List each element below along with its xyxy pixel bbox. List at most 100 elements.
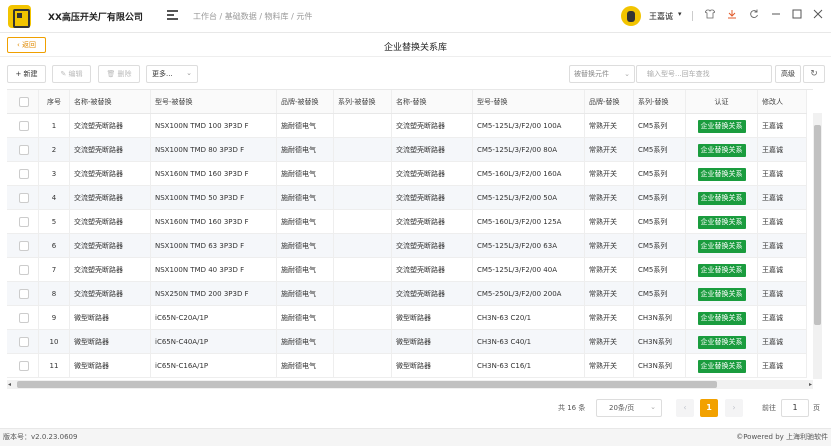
maximize-icon[interactable]	[792, 9, 802, 22]
row-checkbox[interactable]	[19, 121, 29, 131]
row-checkbox[interactable]	[19, 241, 29, 251]
table-row[interactable]: 1 交流塑壳断路器 NSX100N TMD 100 3P3D F 施耐德电气 交流塑壳断…	[7, 114, 807, 138]
table-row[interactable]: 11 微型断路器 iC65N-C16A/1P 施耐德电气 微型断路器 CH3N-63 C1…	[7, 354, 807, 378]
select-all-checkbox[interactable]	[19, 97, 29, 107]
header-select-all[interactable]	[7, 90, 39, 113]
username[interactable]: 王嘉诚	[649, 11, 673, 22]
certification-badge: 企业替换关系	[697, 192, 746, 205]
row-select-cell[interactable]	[7, 234, 39, 257]
row-select-cell[interactable]	[7, 306, 39, 329]
table-cell: CM5系列	[634, 210, 686, 233]
refresh-table-icon[interactable]: ↻	[803, 65, 825, 83]
row-checkbox[interactable]	[19, 289, 29, 299]
divider	[692, 11, 693, 21]
table-cell	[334, 354, 392, 377]
back-button[interactable]: ‹ 返回	[7, 37, 46, 53]
table-cell: CM5系列	[634, 114, 686, 137]
table-cell: 王嘉诚	[758, 210, 807, 233]
table-cell: 常熟开关	[585, 258, 634, 281]
table-cell	[334, 162, 392, 185]
table-cell: 施耐德电气	[277, 234, 334, 257]
download-icon[interactable]	[727, 9, 737, 22]
row-select-cell[interactable]	[7, 282, 39, 305]
table-cell: NSX100N TMD 80 3P3D F	[151, 138, 277, 161]
horizontal-scroll-thumb[interactable]	[17, 381, 717, 388]
header-cell: 认证	[686, 90, 758, 113]
certification-badge: 企业替换关系	[697, 216, 746, 229]
table-row[interactable]: 3 交流塑壳断路器 NSX160N TMD 160 3P3D F 施耐德电气 交流塑壳断…	[7, 162, 807, 186]
row-checkbox[interactable]	[19, 193, 29, 203]
table-row[interactable]: 7 交流塑壳断路器 NSX100N TMD 40 3P3D F 施耐德电气 交流塑壳断路…	[7, 258, 807, 282]
row-checkbox[interactable]	[19, 145, 29, 155]
page-title: 企业替换关系库	[383, 43, 447, 53]
row-select-cell[interactable]	[7, 162, 39, 185]
table-cell: 6	[39, 234, 70, 257]
new-button[interactable]: + 新建	[7, 65, 46, 83]
row-checkbox[interactable]	[19, 313, 29, 323]
table-row[interactable]: 6 交流塑壳断路器 NSX100N TMD 63 3P3D F 施耐德电气 交流塑壳断路…	[7, 234, 807, 258]
goto-page-input[interactable]: 1	[781, 399, 809, 417]
vertical-scroll-thumb[interactable]	[814, 125, 821, 325]
horizontal-scrollbar[interactable]: ◂ ▸	[7, 380, 813, 389]
table-row[interactable]: 10 微型断路器 iC65N-C40A/1P 施耐德电气 微型断路器 CH3N-63 C4…	[7, 330, 807, 354]
table-cell: 施耐德电气	[277, 138, 334, 161]
table-row[interactable]: 9 微型断路器 iC65N-C20A/1P 施耐德电气 微型断路器 CH3N-63 C20…	[7, 306, 807, 330]
row-checkbox[interactable]	[19, 361, 29, 371]
table-cell: 施耐德电气	[277, 282, 334, 305]
search-input[interactable]: 输入型号...回车查找	[636, 65, 772, 83]
table-cell: 交流塑壳断路器	[392, 258, 473, 281]
row-checkbox[interactable]	[19, 217, 29, 227]
table-cell: CM5-160L/3/F2/00 160A	[473, 162, 585, 185]
row-checkbox[interactable]	[19, 337, 29, 347]
table-cell: 常熟开关	[585, 162, 634, 185]
prev-page-button[interactable]: ‹	[676, 399, 694, 417]
table-cell: 王嘉诚	[758, 282, 807, 305]
table-cell: 常熟开关	[585, 186, 634, 209]
scroll-right-icon[interactable]: ▸	[809, 380, 812, 389]
company-name: XX高压开关厂有限公司	[48, 13, 143, 23]
next-page-button[interactable]: ›	[725, 399, 743, 417]
table-cell: 王嘉诚	[758, 354, 807, 377]
row-checkbox[interactable]	[19, 169, 29, 179]
refresh-icon[interactable]	[749, 9, 759, 22]
row-select-cell[interactable]	[7, 330, 39, 353]
row-checkbox[interactable]	[19, 265, 29, 275]
more-button[interactable]: 更多... ⌄	[146, 65, 198, 83]
table-cell: CM5系列	[634, 282, 686, 305]
table-row[interactable]: 4 交流塑壳断路器 NSX100N TMD 50 3P3D F 施耐德电气 交流塑壳断路…	[7, 186, 807, 210]
row-select-cell[interactable]	[7, 138, 39, 161]
table-cell: 常熟开关	[585, 306, 634, 329]
filter-select[interactable]: 被替换元件 ⌄	[569, 65, 635, 83]
scroll-left-icon[interactable]: ◂	[8, 380, 11, 389]
user-menu-chevron-icon[interactable]: ▾	[678, 10, 682, 18]
table-row[interactable]: 8 交流塑壳断路器 NSX250N TMD 200 3P3D F 施耐德电气 交流塑壳断…	[7, 282, 807, 306]
header-cell: 修改人	[758, 90, 807, 113]
table-cell: 常熟开关	[585, 210, 634, 233]
row-select-cell[interactable]	[7, 210, 39, 233]
row-select-cell[interactable]	[7, 114, 39, 137]
table-row[interactable]: 2 交流塑壳断路器 NSX100N TMD 80 3P3D F 施耐德电气 交流塑壳断路…	[7, 138, 807, 162]
close-icon[interactable]	[813, 9, 823, 22]
table-cell: CM5-250L/3/F2/00 200A	[473, 282, 585, 305]
minimize-icon[interactable]	[771, 9, 781, 22]
current-page-button[interactable]: 1	[700, 399, 718, 417]
table-row[interactable]: 5 交流塑壳断路器 NSX160N TMD 160 3P3D F 施耐德电气 交流塑壳断…	[7, 210, 807, 234]
edit-button[interactable]: ✎ 编辑	[52, 65, 91, 83]
page-size-select[interactable]: 20条/页 ⌄	[596, 399, 662, 417]
shirt-icon[interactable]	[704, 9, 716, 22]
table-cell: 微型断路器	[392, 330, 473, 353]
table-cell: CH3N系列	[634, 330, 686, 353]
row-select-cell[interactable]	[7, 258, 39, 281]
menu-toggle-icon[interactable]	[167, 10, 178, 20]
row-select-cell[interactable]	[7, 354, 39, 377]
advanced-button[interactable]: 高级	[775, 65, 801, 83]
table-cell: 4	[39, 186, 70, 209]
table-cell: 常熟开关	[585, 330, 634, 353]
avatar[interactable]	[621, 6, 641, 26]
delete-button[interactable]: 🗑 删除	[98, 65, 140, 83]
vertical-scrollbar[interactable]	[813, 113, 822, 379]
row-select-cell[interactable]	[7, 186, 39, 209]
filter-select-value: 被替换元件	[574, 70, 609, 78]
powered-by-label: ©Powered by 上海利驰软件	[736, 433, 828, 441]
header-cell: 系列-被替换	[334, 90, 392, 113]
